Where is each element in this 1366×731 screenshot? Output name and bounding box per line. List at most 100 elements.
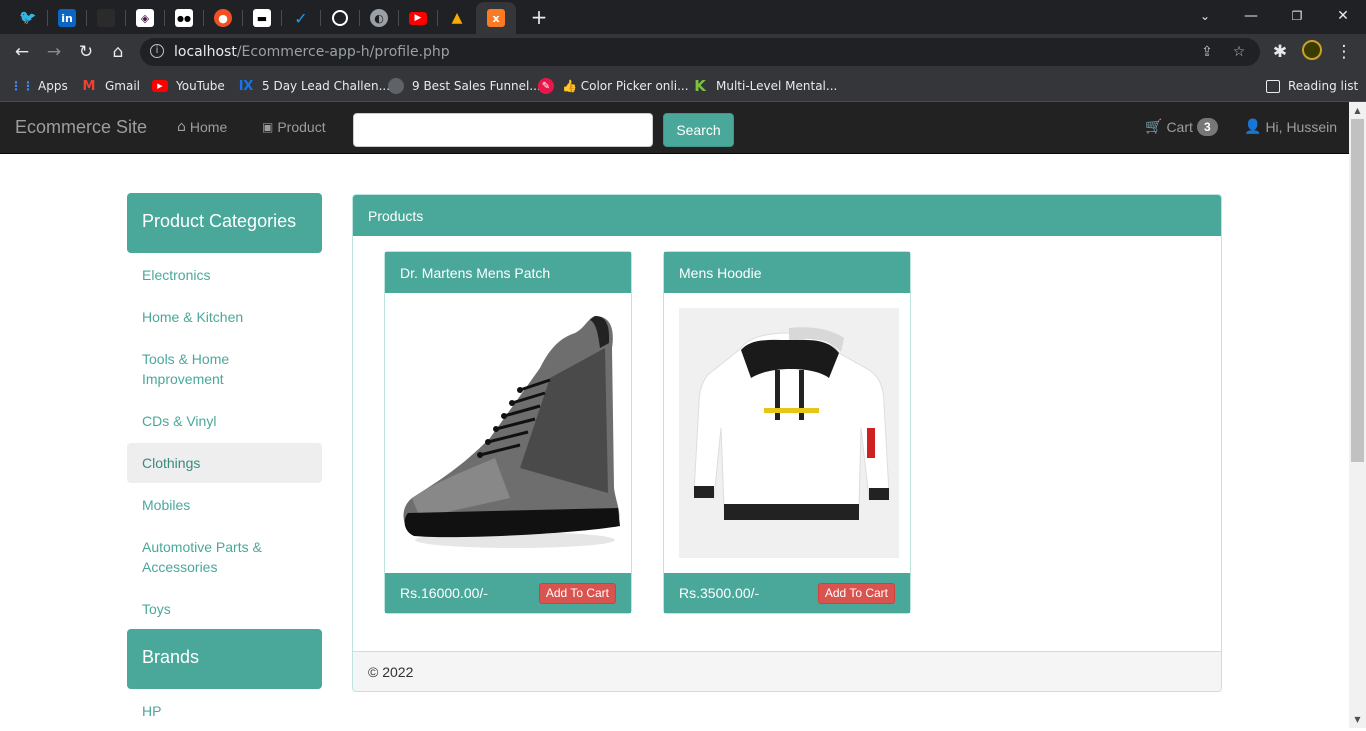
search-button[interactable]: Search <box>663 113 734 147</box>
page-icon <box>97 9 115 27</box>
page-scrollbar[interactable]: ▲ ▼ <box>1349 102 1366 728</box>
check-icon: ✓ <box>294 8 308 28</box>
tab-app-3[interactable]: ▲ <box>439 4 475 32</box>
category-electronics[interactable]: Electronics <box>127 255 322 295</box>
category-home-kitchen[interactable]: Home & Kitchen <box>127 297 322 337</box>
bookmark-color-picker[interactable]: ✎ 👍 Color Picker onli... <box>538 77 689 95</box>
tab-app-2[interactable]: ✓ <box>283 4 319 32</box>
page-icon: ▬ <box>253 9 271 27</box>
nav-product-link[interactable]: ▣ Product <box>262 119 326 135</box>
url-text[interactable]: localhost/Ecommerce-app-h/profile.php <box>174 44 450 60</box>
site-navbar: Ecommerce Site ⌂ Home ▣ Product Search 🛒 Ca… <box>0 102 1349 154</box>
bookmark-icon <box>388 78 404 94</box>
twitter-icon: 🐦 <box>19 10 37 26</box>
scroll-up-arrow-icon[interactable]: ▲ <box>1349 102 1366 119</box>
search-input[interactable] <box>353 113 653 147</box>
bookmarks-bar: ⋮⋮ Apps M Gmail ▶ YouTube Ⅸ5 Day Lead Chall… <box>0 70 1366 102</box>
product-name[interactable]: Mens Hoodie <box>679 265 762 281</box>
product-card-footer: Rs.16000.00/- Add To Cart <box>385 573 631 613</box>
bookmark-icon: Ⅸ <box>238 78 254 94</box>
address-bar[interactable]: i localhost/Ecommerce-app-h/profile.php … <box>140 38 1260 66</box>
share-icon[interactable]: ⇪ <box>1198 43 1216 61</box>
product-image-hoodie[interactable] <box>679 308 899 558</box>
products-panel-footer: © 2022 <box>353 651 1221 691</box>
tab-slack[interactable]: ◈ <box>127 4 163 32</box>
cart-count-badge: 3 <box>1196 118 1218 136</box>
new-tab-button[interactable]: + <box>528 6 550 28</box>
user-icon: 👤 <box>1244 119 1262 135</box>
tab-globe[interactable]: ◐ <box>361 4 397 32</box>
product-categories-header: Product Categories <box>127 193 322 253</box>
category-automotive-parts[interactable]: Automotive Parts & Accessories <box>127 527 322 587</box>
site-info-icon[interactable]: i <box>150 44 164 58</box>
product-card: Mens Hoodie Rs.3500.00/- Add To Cart <box>663 251 911 614</box>
tab-page[interactable] <box>88 4 124 32</box>
tab-xampp-active[interactable]: x <box>476 2 516 34</box>
product-icon: ▣ <box>262 120 274 134</box>
scroll-down-arrow-icon[interactable]: ▼ <box>1349 711 1366 728</box>
youtube-icon: ▶ <box>152 80 168 92</box>
tab-youtube[interactable]: ▶ <box>400 4 436 32</box>
category-toys[interactable]: Toys <box>127 589 322 629</box>
forward-button[interactable]: → <box>42 40 66 64</box>
apps-icon: ⋮⋮ <box>10 79 34 93</box>
tab-linkedin[interactable]: in <box>49 4 85 32</box>
github-icon <box>332 10 348 26</box>
products-panel-header: Products <box>353 195 1221 236</box>
scrollbar-thumb[interactable] <box>1351 119 1364 462</box>
reading-list-icon <box>1266 79 1280 93</box>
youtube-icon: ▶ <box>409 11 427 25</box>
shopping-cart-icon: 🛒 <box>1145 119 1163 135</box>
tab-github[interactable] <box>322 4 358 32</box>
slack-icon: ◈ <box>136 9 154 27</box>
back-button[interactable]: ← <box>10 40 34 64</box>
color-picker-icon: ✎ <box>538 78 554 94</box>
bookmark-apps[interactable]: ⋮⋮ Apps <box>10 77 68 95</box>
add-to-cart-button[interactable]: Add To Cart <box>817 583 895 604</box>
restore-button[interactable]: ❐ <box>1284 4 1310 28</box>
tab-medium[interactable]: ●● <box>166 4 202 32</box>
product-price: Rs.3500.00/- <box>679 585 760 601</box>
nav-cart-link[interactable]: 🛒 Cart 3 <box>1145 118 1218 136</box>
app-icon: ● <box>214 9 232 27</box>
category-cds-vinyl[interactable]: CDs & Vinyl <box>127 401 322 441</box>
bookmark-mental[interactable]: K Multi-Level Mental... <box>692 77 837 95</box>
tab-twitter[interactable]: 🐦 <box>10 4 46 32</box>
extensions-icon[interactable]: ✱ <box>1268 40 1292 64</box>
bookmark-lead-challenge[interactable]: Ⅸ5 Day Lead Challen... <box>238 77 390 95</box>
bookmark-sales-funnel[interactable]: 9 Best Sales Funnel... <box>388 77 541 95</box>
home-button[interactable]: ⌂ <box>106 40 130 64</box>
nav-home-link[interactable]: ⌂ Home <box>177 119 227 135</box>
tab-app[interactable]: ● <box>205 4 241 32</box>
bookmark-icon: K <box>694 77 706 95</box>
copyright-text: © 2022 <box>368 664 414 680</box>
gmail-icon: M <box>82 78 96 94</box>
tab-page-2[interactable]: ▬ <box>244 4 280 32</box>
bookmark-youtube[interactable]: ▶ YouTube <box>152 77 225 95</box>
category-clothings[interactable]: Clothings <box>127 443 322 483</box>
browser-toolbar: ← → ↻ ⌂ i localhost/Ecommerce-app-h/prof… <box>0 34 1366 70</box>
site-brand[interactable]: Ecommerce Site <box>15 117 147 138</box>
product-image-boot[interactable] <box>400 308 620 558</box>
nav-user-link[interactable]: 👤 Hi, Hussein <box>1244 119 1337 135</box>
products-panel: Products Dr. Martens Mens Patch Rs.16000… <box>352 194 1222 692</box>
home-icon: ⌂ <box>177 119 186 135</box>
category-tools-home-improvement[interactable]: Tools & Home Improvement <box>127 339 322 399</box>
product-name[interactable]: Dr. Martens Mens Patch <box>400 265 550 281</box>
browser-tab-strip: 🐦 in ◈ ●● ● ▬ ✓ ◐ ▶ ▲ x + ⌄ — ❐ ✕ <box>0 0 1366 34</box>
category-mobiles[interactable]: Mobiles <box>127 485 322 525</box>
tab-search-chevron-icon[interactable]: ⌄ <box>1192 4 1218 28</box>
profile-avatar[interactable] <box>1300 40 1324 64</box>
close-window-button[interactable]: ✕ <box>1330 4 1356 28</box>
bookmark-gmail[interactable]: M Gmail <box>81 77 140 95</box>
xampp-icon: x <box>487 9 505 27</box>
reload-button[interactable]: ↻ <box>74 40 98 64</box>
bookmark-star-icon[interactable]: ☆ <box>1230 43 1248 61</box>
globe-icon: ◐ <box>370 9 388 27</box>
add-to-cart-button[interactable]: Add To Cart <box>538 583 616 604</box>
minimize-button[interactable]: — <box>1238 4 1264 28</box>
browser-menu-icon[interactable]: ⋮ <box>1332 40 1356 64</box>
reading-list[interactable]: Reading list <box>1266 77 1358 95</box>
brand-hp[interactable]: HP <box>127 691 322 731</box>
brands-header: Brands <box>127 629 322 689</box>
